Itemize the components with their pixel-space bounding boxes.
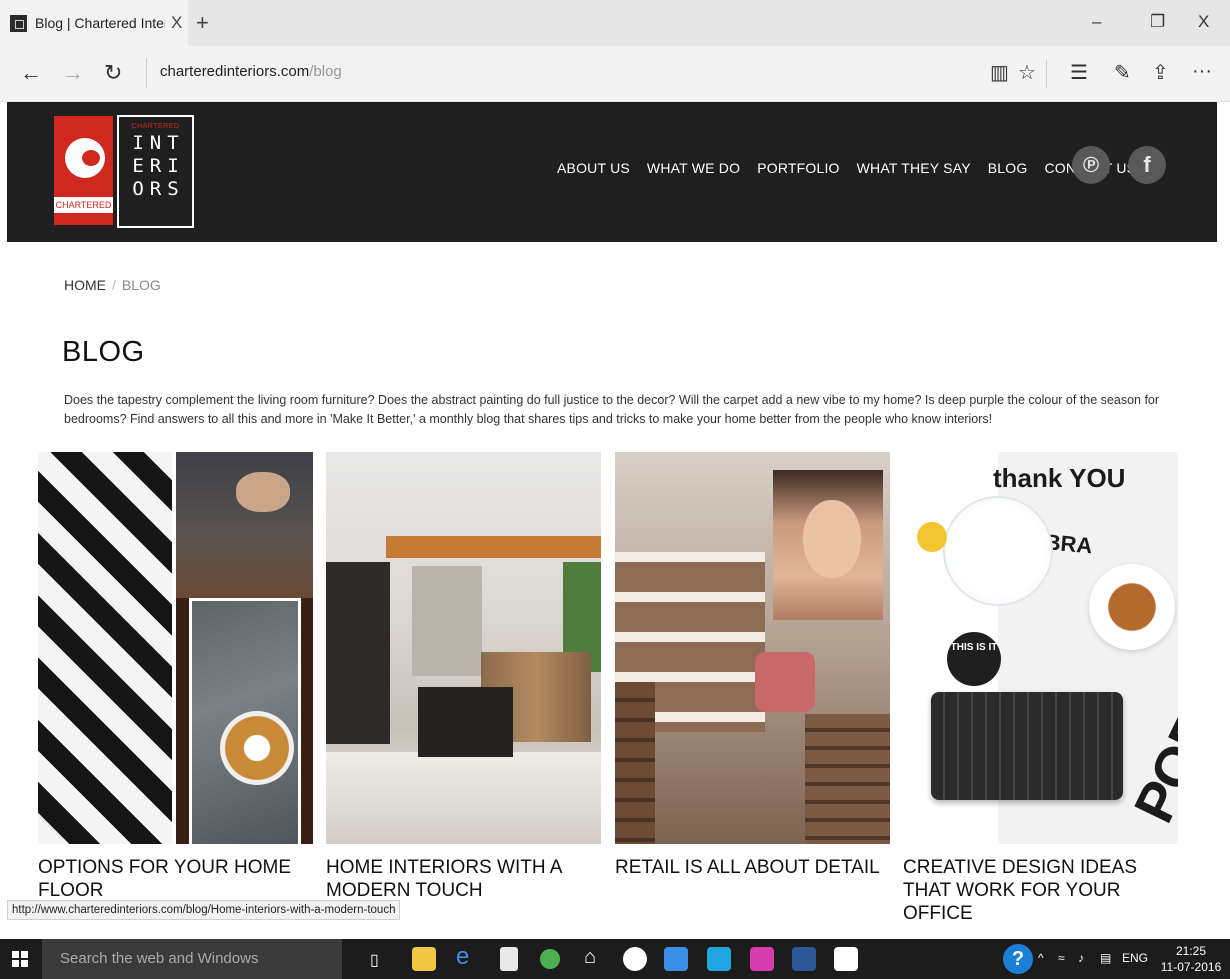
blog-post-card[interactable]: thank YOU YOBRA PORTANT THIS IS IT CREAT… — [903, 452, 1178, 925]
forward-button[interactable]: → — [62, 60, 84, 86]
breadcrumb-home-link[interactable]: HOME — [64, 277, 106, 293]
volume-icon[interactable]: ♪ — [1078, 951, 1084, 965]
word-icon[interactable] — [792, 947, 816, 971]
close-window-button[interactable]: X — [1198, 12, 1209, 32]
browser-navigation-bar: ← → ↻ charteredinteriors.com/blog ▥ ☆ ☰ … — [0, 46, 1230, 102]
address-separator — [146, 58, 147, 88]
browser-tab[interactable]: Blog | Chartered Interior X — [0, 0, 188, 46]
logo-small-text: CHARTERED — [131, 123, 180, 130]
language-indicator[interactable]: ENG — [1122, 951, 1148, 965]
home-app-icon[interactable]: ⌂ — [584, 946, 596, 969]
store-icon[interactable] — [500, 947, 518, 971]
menu-item-portfolio[interactable]: PORTFOLIO — [757, 160, 839, 176]
breadcrumb: HOME / BLOG — [64, 277, 161, 293]
breadcrumb-current: BLOG — [121, 277, 161, 293]
network-icon[interactable]: ≈ — [1058, 951, 1065, 965]
task-view-icon[interactable]: ▯ — [370, 950, 379, 970]
logo-line: INT — [132, 132, 185, 154]
blog-intro-text: Does the tapestry complement the living … — [64, 393, 1160, 426]
page-title: BLOG — [62, 336, 145, 368]
blog-post-card[interactable]: OPTIONS FOR YOUR HOME FLOOR — [38, 452, 313, 902]
thumb-text: thank YOU — [993, 463, 1126, 493]
help-icon[interactable]: ? — [1003, 944, 1033, 974]
logo-red-label: CHARTERED — [54, 197, 113, 213]
share-icon[interactable]: ⇪ — [1152, 60, 1169, 85]
menu-item-about-us[interactable]: ABOUT US — [557, 160, 630, 176]
logo-line: ERI — [132, 155, 185, 177]
toolbar-separator — [1046, 60, 1047, 88]
new-tab-button[interactable]: + — [196, 10, 209, 36]
web-note-icon[interactable]: ✎ — [1114, 60, 1131, 85]
start-button-icon[interactable] — [12, 951, 28, 967]
refresh-button[interactable]: ↻ — [104, 60, 122, 86]
menu-item-what-we-do[interactable]: WHAT WE DO — [647, 160, 740, 176]
post-thumbnail-retail[interactable] — [615, 452, 890, 844]
taskbar-clock[interactable]: 21:25 11-07-2016 — [1158, 943, 1224, 975]
logo-c-icon — [65, 138, 105, 178]
site-favicon-icon — [10, 14, 27, 32]
file-explorer-icon[interactable] — [412, 947, 436, 971]
restore-button[interactable]: ❐ — [1150, 12, 1165, 32]
url-path: /blog — [309, 63, 342, 80]
chrome-icon[interactable] — [540, 949, 560, 969]
photos-icon[interactable] — [834, 947, 858, 971]
minimize-button[interactable]: – — [1092, 12, 1101, 32]
post-thumbnail-interior[interactable] — [326, 452, 601, 844]
clock-time: 21:25 — [1175, 944, 1207, 958]
logo-mark[interactable]: CHARTERED — [54, 116, 113, 225]
app-icon-magenta[interactable] — [750, 947, 774, 971]
logo-wordmark[interactable]: CHARTERED INT ERI ORS — [117, 115, 194, 228]
reading-view-icon[interactable]: ▥ — [990, 60, 1009, 85]
taskbar-search-box[interactable]: Search the web and Windows — [42, 939, 342, 979]
tab-title: Blog | Chartered Interior — [35, 15, 165, 31]
clock-date: 11-07-2016 — [1160, 960, 1222, 974]
more-icon[interactable]: ··· — [1192, 60, 1212, 83]
main-menu: ABOUT US WHAT WE DO PORTFOLIO WHAT THEY … — [557, 160, 1136, 176]
edge-browser-icon[interactable]: e — [456, 943, 469, 971]
hp-icon[interactable] — [623, 947, 647, 971]
pinterest-icon[interactable]: ℗ — [1072, 146, 1110, 184]
menu-item-what-they-say[interactable]: WHAT THEY SAY — [857, 160, 971, 176]
notifications-icon[interactable]: ▤ — [1100, 951, 1111, 965]
hub-icon[interactable]: ☰ — [1070, 60, 1088, 85]
browser-tab-strip: Blog | Chartered Interior X + – ❐ X — [0, 0, 1230, 46]
favorite-star-icon[interactable]: ☆ — [1018, 60, 1036, 85]
back-button[interactable]: ← — [20, 60, 42, 86]
app-icon-cyan[interactable] — [707, 947, 731, 971]
tab-close-icon[interactable]: X — [171, 13, 182, 33]
tray-chevron-icon[interactable]: ^ — [1038, 951, 1044, 965]
thumb-badge: THIS IS IT — [947, 632, 1001, 686]
breadcrumb-separator: / — [112, 277, 116, 293]
site-header: CHARTERED CHARTERED INT ERI ORS ABOUT US… — [7, 102, 1217, 242]
menu-item-blog[interactable]: BLOG — [988, 160, 1028, 176]
post-title[interactable]: HOME INTERIORS WITH A MODERN TOUCH — [326, 856, 601, 902]
blog-post-card[interactable]: RETAIL IS ALL ABOUT DETAIL — [615, 452, 890, 879]
address-bar[interactable]: charteredinteriors.com/blog — [160, 63, 342, 80]
facebook-icon[interactable]: f — [1128, 146, 1166, 184]
logo-line: ORS — [132, 178, 185, 200]
post-thumbnail-floors[interactable] — [38, 452, 313, 844]
blog-post-card[interactable]: HOME INTERIORS WITH A MODERN TOUCH — [326, 452, 601, 902]
windows-taskbar: Search the web and Windows ▯ e ⌂ ? ^ ≈ ♪… — [0, 939, 1230, 979]
post-title[interactable]: OPTIONS FOR YOUR HOME FLOOR — [38, 856, 313, 902]
post-title[interactable]: RETAIL IS ALL ABOUT DETAIL — [615, 856, 890, 879]
taskbar-search-placeholder: Search the web and Windows — [60, 950, 259, 967]
post-thumbnail-office[interactable]: thank YOU YOBRA PORTANT THIS IS IT — [903, 452, 1178, 844]
url-host: charteredinteriors.com — [160, 63, 310, 80]
post-title[interactable]: CREATIVE DESIGN IDEAS THAT WORK FOR YOUR… — [903, 856, 1178, 925]
link-status-tooltip: http://www.charteredinteriors.com/blog/H… — [7, 900, 401, 920]
app-icon-blue[interactable] — [664, 947, 688, 971]
